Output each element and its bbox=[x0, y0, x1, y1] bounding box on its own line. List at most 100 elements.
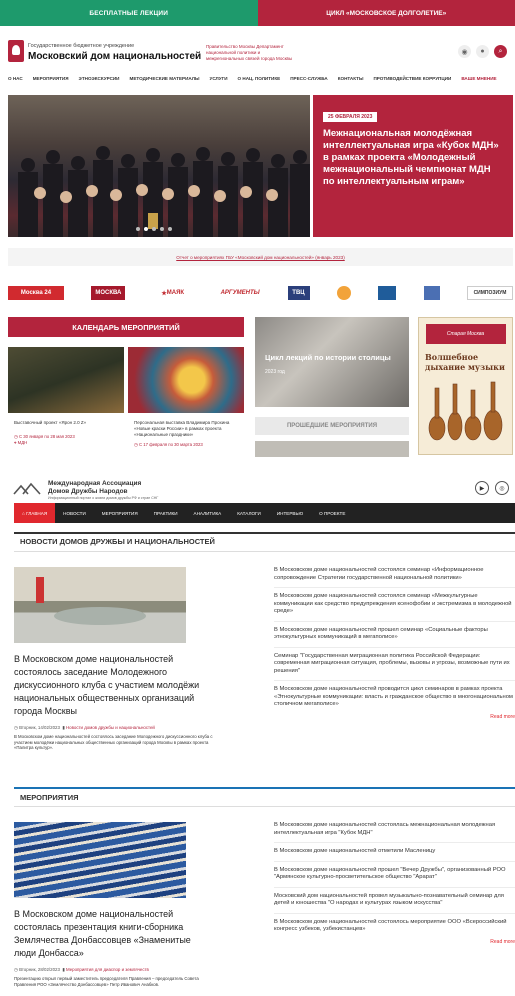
nav-events[interactable]: МЕРОПРИЯТИЯ bbox=[33, 76, 69, 81]
hero-title[interactable]: Межнациональная молодёжная интеллектуаль… bbox=[323, 128, 503, 188]
crowd-photo bbox=[18, 146, 310, 237]
lecture-year: 2023 год bbox=[265, 369, 285, 375]
portal-nav: ⌂ ГЛАВНАЯ НОВОСТИ МЕРОПРИЯТИЯ ПРАКТИКИ А… bbox=[14, 503, 515, 523]
hero-photo[interactable] bbox=[8, 95, 310, 237]
news-category-link[interactable]: Новости домов дружбы и национальностей bbox=[66, 725, 155, 730]
header-icons: ◉ ● ⌕ bbox=[458, 45, 507, 58]
youtube-icon[interactable]: ▶ bbox=[475, 481, 489, 495]
report-link[interactable]: Отчет о мероприятиях ГБУ «Московский дом… bbox=[8, 248, 513, 266]
lecture-banner[interactable]: Цикл лекций по истории столицы 2023 год bbox=[255, 317, 409, 407]
lecture-title: Цикл лекций по истории столицы bbox=[265, 353, 391, 362]
moscow-longevity-link[interactable]: ЦИКЛ «МОСКОВСКОЕ ДОЛГОЛЕТИЕ» bbox=[257, 0, 515, 26]
event-date: ◷ С 17 февраля по 30 марта 2023 bbox=[134, 442, 203, 447]
table bbox=[54, 607, 146, 625]
carousel-dot[interactable] bbox=[144, 227, 148, 231]
news-list-item[interactable]: В Московском доме национальностей провод… bbox=[274, 686, 515, 714]
nav-materials[interactable]: МЕТОДИЧЕСКИЕ МАТЕРИАЛЫ bbox=[130, 76, 200, 81]
events-list-item[interactable]: Московский дом национальностей провел му… bbox=[274, 893, 515, 914]
past-events-button[interactable]: ПРОШЕДШИЕ МЕРОПРИЯТИЯ bbox=[255, 417, 409, 435]
nav-catalogs[interactable]: КАТАЛОГИ bbox=[229, 503, 269, 523]
partner-square-logo[interactable] bbox=[423, 286, 440, 300]
org-title[interactable]: Московский дом национальностей bbox=[28, 51, 201, 62]
partner-bird-logo[interactable] bbox=[378, 286, 397, 300]
partner-logos: Москва 24 МОСКВА ★ МАЯК АРГУМЕНТЫ ТВЦ СИ… bbox=[8, 282, 513, 304]
read-more-link[interactable]: Read more bbox=[274, 939, 515, 945]
music-banner[interactable]: Старая Москва Волшебное дыхание музыки bbox=[418, 317, 513, 455]
news-section-title: НОВОСТИ ДОМОВ ДРУЖБЫ И НАЦИОНАЛЬНОСТЕЙ bbox=[20, 537, 215, 546]
event-place: ⌖ МДН bbox=[14, 440, 28, 445]
news-list-item[interactable]: В Московском доме национальностей состоя… bbox=[274, 567, 515, 588]
news-main-image[interactable] bbox=[14, 567, 186, 643]
hero-caption[interactable]: 25 ФЕВРАЛЯ 2023 Межнациональная молодёжн… bbox=[313, 95, 513, 237]
carousel-dot[interactable] bbox=[136, 227, 140, 231]
nav-anticorruption[interactable]: ПРОТИВОДЕЙСТВИЕ КОРРУПЦИИ bbox=[373, 76, 451, 81]
main-nav: О НАС МЕРОПРИЯТИЯ ЭТНОЭКСКУРСИИ МЕТОДИЧЕ… bbox=[0, 76, 515, 81]
nav-ethno-tours[interactable]: ЭТНОЭКСКУРСИИ bbox=[79, 76, 120, 81]
events-list-item[interactable]: В Московском доме национальностей состоя… bbox=[274, 822, 515, 843]
events-main-excerpt: Презентацию открыл первый заместитель пр… bbox=[14, 976, 199, 987]
events-section-bar bbox=[14, 787, 515, 807]
nav-policy[interactable]: О НАЦ. ПОЛИТИКЕ bbox=[238, 76, 281, 81]
events-list-item[interactable]: В Московском доме национальностей отмети… bbox=[274, 848, 515, 862]
flag bbox=[36, 577, 44, 603]
carousel-dot[interactable] bbox=[152, 227, 156, 231]
nav-about-project[interactable]: О ПРОЕКТЕ bbox=[311, 503, 353, 523]
houses-logo-icon[interactable] bbox=[13, 481, 43, 495]
event-image[interactable] bbox=[128, 347, 244, 413]
partner-aif-logo[interactable]: АРГУМЕНТЫ bbox=[220, 286, 260, 300]
events-list-item[interactable]: В Московском доме национальностей прошел… bbox=[274, 867, 515, 888]
news-main-excerpt: В Московском доме национальностей состоя… bbox=[14, 734, 213, 751]
nav-feedback[interactable]: ВАШЕ МНЕНИЕ bbox=[461, 76, 496, 81]
moscow-emblem-icon[interactable] bbox=[8, 40, 24, 62]
events-main-image[interactable] bbox=[14, 822, 186, 898]
event-card[interactable]: Выставочный проект «Ярон 2.0 Z» ◷ С 30 я… bbox=[14, 420, 122, 445]
past-events-image[interactable] bbox=[255, 441, 409, 457]
nav-contacts[interactable]: КОНТАКТЫ bbox=[338, 76, 364, 81]
org-subtitle: Государственное бюджетное учреждение bbox=[28, 43, 135, 49]
nav-interviews[interactable]: ИНТЕРВЬЮ bbox=[269, 503, 311, 523]
partner-mayak-logo[interactable]: ★ МАЯК bbox=[153, 286, 193, 300]
music-logo: Старая Москва bbox=[425, 324, 506, 344]
nav-practices[interactable]: ПРАКТИКИ bbox=[146, 503, 186, 523]
nav-portal-events[interactable]: МЕРОПРИЯТИЯ bbox=[94, 503, 146, 523]
read-more-link[interactable]: Read more bbox=[274, 714, 515, 720]
carousel-dots[interactable] bbox=[136, 227, 172, 231]
news-list-item[interactable]: В Московском доме национальностей состоя… bbox=[274, 593, 515, 622]
user-icon[interactable]: ● bbox=[476, 45, 489, 58]
nav-press[interactable]: ПРЕСС-СЛУЖБА bbox=[290, 76, 327, 81]
nav-services[interactable]: УСЛУГИ bbox=[209, 76, 227, 81]
instruments-illustration bbox=[428, 381, 503, 441]
nav-home[interactable]: ⌂ ГЛАВНАЯ bbox=[14, 503, 56, 523]
news-list-item[interactable]: В Московском доме национальностей прошел… bbox=[274, 627, 515, 648]
accessibility-icon[interactable]: ◉ bbox=[458, 45, 471, 58]
partner-tvc-logo[interactable]: ТВЦ bbox=[287, 286, 310, 300]
association-title-1[interactable]: Международная Ассоциация bbox=[48, 480, 141, 487]
carousel-dot[interactable] bbox=[160, 227, 164, 231]
hero-date: 25 ФЕВРАЛЯ 2023 bbox=[323, 112, 378, 122]
calendar-heading[interactable]: КАЛЕНДАРЬ МЕРОПРИЯТИЙ bbox=[8, 317, 244, 337]
event-image[interactable] bbox=[8, 347, 124, 413]
event-caption[interactable]: Выставочный проект «Ярон 2.0 Z» bbox=[14, 420, 122, 426]
music-title: Волшебное дыхание музыки bbox=[425, 352, 505, 372]
free-lectures-link[interactable]: БЕСПЛАТНЫЕ ЛЕКЦИИ bbox=[0, 0, 258, 26]
nav-news[interactable]: НОВОСТИ bbox=[55, 503, 94, 523]
events-category-link[interactable]: Мероприятия для диаспор и землячеств bbox=[66, 967, 149, 972]
news-main-title[interactable]: В Московском доме национальностей состоя… bbox=[14, 653, 214, 718]
partner-moscow24-logo[interactable]: Москва 24 bbox=[8, 286, 64, 300]
event-caption[interactable]: Персональная выставка Владимира Прохина … bbox=[134, 420, 242, 438]
events-main: В Московском доме национальностей состоя… bbox=[14, 908, 214, 987]
events-list-item[interactable]: В Московском доме национальностей состоя… bbox=[274, 919, 515, 939]
association-title-2[interactable]: Домов Дружбы Народов bbox=[48, 488, 128, 495]
news-list-item[interactable]: Семинар "Государственная миграционная по… bbox=[274, 653, 515, 681]
event-card[interactable]: Персональная выставка Владимира Прохина … bbox=[134, 420, 242, 448]
search-icon[interactable]: ⌕ bbox=[494, 45, 507, 58]
nav-analytics[interactable]: АНАЛИТИКА bbox=[186, 503, 230, 523]
carousel-dot[interactable] bbox=[168, 227, 172, 231]
partner-symposium-logo[interactable]: СИМПОЗИУМ bbox=[467, 286, 513, 300]
social-links: ▶ ◎ bbox=[475, 481, 509, 495]
nav-about[interactable]: О НАС bbox=[8, 76, 23, 81]
instagram-icon[interactable]: ◎ bbox=[495, 481, 509, 495]
partner-round-logo[interactable] bbox=[336, 286, 351, 300]
partner-moscow-logo[interactable]: МОСКВА bbox=[91, 286, 126, 300]
events-main-title[interactable]: В Московском доме национальностей состоя… bbox=[14, 908, 214, 960]
